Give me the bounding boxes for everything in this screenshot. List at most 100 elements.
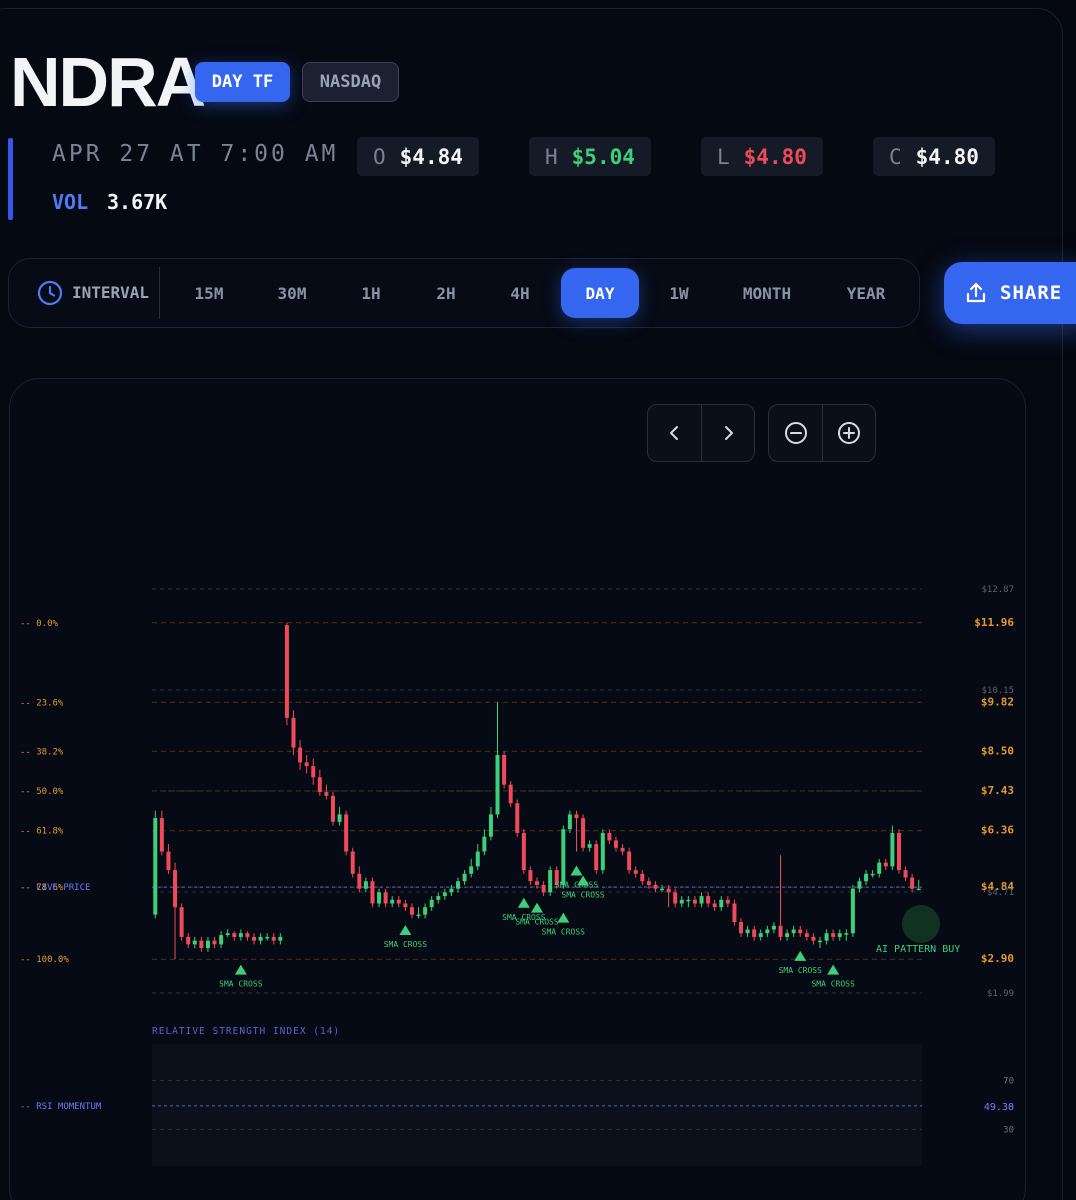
clock-icon: [37, 280, 63, 306]
candle-body: [535, 881, 539, 885]
candle-body: [495, 754, 500, 815]
candle-body: [824, 933, 829, 941]
ai-signal-label: AI PATTERN BUY: [876, 944, 960, 955]
sma-cross-label: SMA CROSS: [542, 928, 586, 937]
candle-body: [844, 933, 849, 935]
candle-body: [732, 903, 737, 923]
interval-1h-button[interactable]: 1H: [345, 268, 397, 318]
zoom-in-button[interactable]: [822, 405, 875, 461]
candle-body: [541, 884, 546, 893]
candle-body: [646, 881, 651, 885]
candle-body: [363, 881, 368, 889]
candle-body: [660, 888, 665, 891]
candle-body: [153, 818, 158, 915]
candle-body: [785, 933, 790, 937]
rsi-panel: [152, 1044, 922, 1166]
price-tick-label: $11.96: [974, 616, 1014, 629]
high-price: H $5.04: [529, 137, 651, 176]
ohlc-key: L: [717, 144, 730, 169]
interval-4h-button[interactable]: 4H: [494, 268, 546, 318]
pan-left-button[interactable]: [648, 405, 701, 461]
candle-body: [423, 907, 428, 915]
sma-cross-label: SMA CROSS: [515, 918, 559, 927]
candle-body: [265, 936, 270, 939]
candle-body: [482, 836, 487, 852]
candle-body: [910, 877, 915, 889]
candle-body: [225, 933, 230, 936]
candle-body: [245, 933, 250, 937]
candle-body: [304, 762, 309, 767]
sma-cross-marker: [557, 912, 570, 923]
candle-body: [199, 940, 204, 949]
price-tick-label: $9.82: [981, 695, 1014, 708]
sma-cross-marker: [794, 950, 807, 961]
candle-body: [804, 933, 809, 937]
candle-body: [712, 903, 717, 908]
candle-body: [344, 814, 349, 852]
candle-body: [758, 933, 763, 937]
candle-body: [409, 907, 414, 915]
rsi-value-label: 49.38: [984, 1102, 1014, 1113]
rsi-label: -- RSI MOMENTUM: [20, 1102, 102, 1112]
candle-body: [330, 795, 335, 822]
candle-body: [850, 888, 855, 934]
price-tick-label: $7.43: [981, 784, 1014, 797]
candle-body: [396, 899, 401, 904]
candle-body: [311, 766, 316, 778]
share-icon: [966, 282, 986, 303]
share-button[interactable]: SHARE: [944, 262, 1076, 324]
sma-cross-label: SMA CROSS: [219, 980, 263, 989]
interval-day-button[interactable]: DAY: [561, 268, 639, 318]
candle-body: [640, 873, 645, 882]
interval-month-button[interactable]: MONTH: [727, 268, 807, 318]
candle-body: [587, 844, 592, 848]
rsi-level-label: 30: [1003, 1125, 1014, 1135]
rsi-level-label: 70: [1003, 1077, 1014, 1087]
zoom-out-icon: [784, 422, 807, 444]
interval-year-button[interactable]: YEAR: [832, 268, 900, 318]
candle-body: [324, 792, 329, 796]
candle-body: [692, 899, 697, 904]
sma-cross-marker: [399, 924, 412, 935]
fib-level-label: -- 100.0%: [20, 955, 69, 965]
candle-body: [521, 832, 526, 871]
candle-body: [350, 851, 355, 874]
zoom-in-icon: [838, 422, 860, 444]
live-price-label: -- LIVE PRICE: [20, 883, 90, 893]
candle-body: [725, 899, 730, 904]
candle-body: [666, 888, 671, 893]
candle-body: [745, 929, 750, 934]
candle-body: [594, 844, 599, 871]
candle-body: [488, 814, 493, 837]
candle-body: [765, 929, 770, 934]
zoom-out-button[interactable]: [769, 405, 822, 461]
chevron-right-icon: [725, 426, 733, 440]
sma-cross-label: SMA CROSS: [384, 940, 428, 949]
candle-body: [699, 896, 704, 904]
candle-body: [574, 814, 579, 819]
candle-body: [739, 922, 744, 934]
close-price: C $4.80: [873, 137, 995, 176]
candle-body: [370, 881, 375, 904]
interval-1w-button[interactable]: 1W: [653, 268, 705, 318]
zoom-controls: [768, 404, 876, 462]
candle-body: [903, 870, 908, 878]
candle-body: [916, 888, 921, 891]
candle-body: [383, 892, 388, 904]
candle-body: [436, 896, 441, 900]
candle-body: [462, 873, 467, 882]
interval-2h-button[interactable]: 2H: [420, 268, 472, 318]
candle-body: [284, 625, 289, 718]
candle-body: [719, 899, 724, 908]
ticker-symbol: NDRA: [10, 43, 206, 121]
timeframe-badge[interactable]: DAY TF: [195, 62, 290, 102]
interval-15m-button[interactable]: 15M: [180, 268, 238, 318]
interval-30m-button[interactable]: 30M: [263, 268, 321, 318]
candle-body: [166, 851, 171, 871]
candle-body: [186, 936, 191, 945]
candle-body: [883, 862, 888, 867]
price-chart[interactable]: -- 0.0% -- 23.6% -- 38.2% -- 50.0% -- 61.8% -…: [0, 560, 1076, 1180]
pan-right-button[interactable]: [701, 405, 754, 461]
price-tick-label: $12.87: [981, 585, 1014, 595]
pan-controls: [647, 404, 755, 462]
